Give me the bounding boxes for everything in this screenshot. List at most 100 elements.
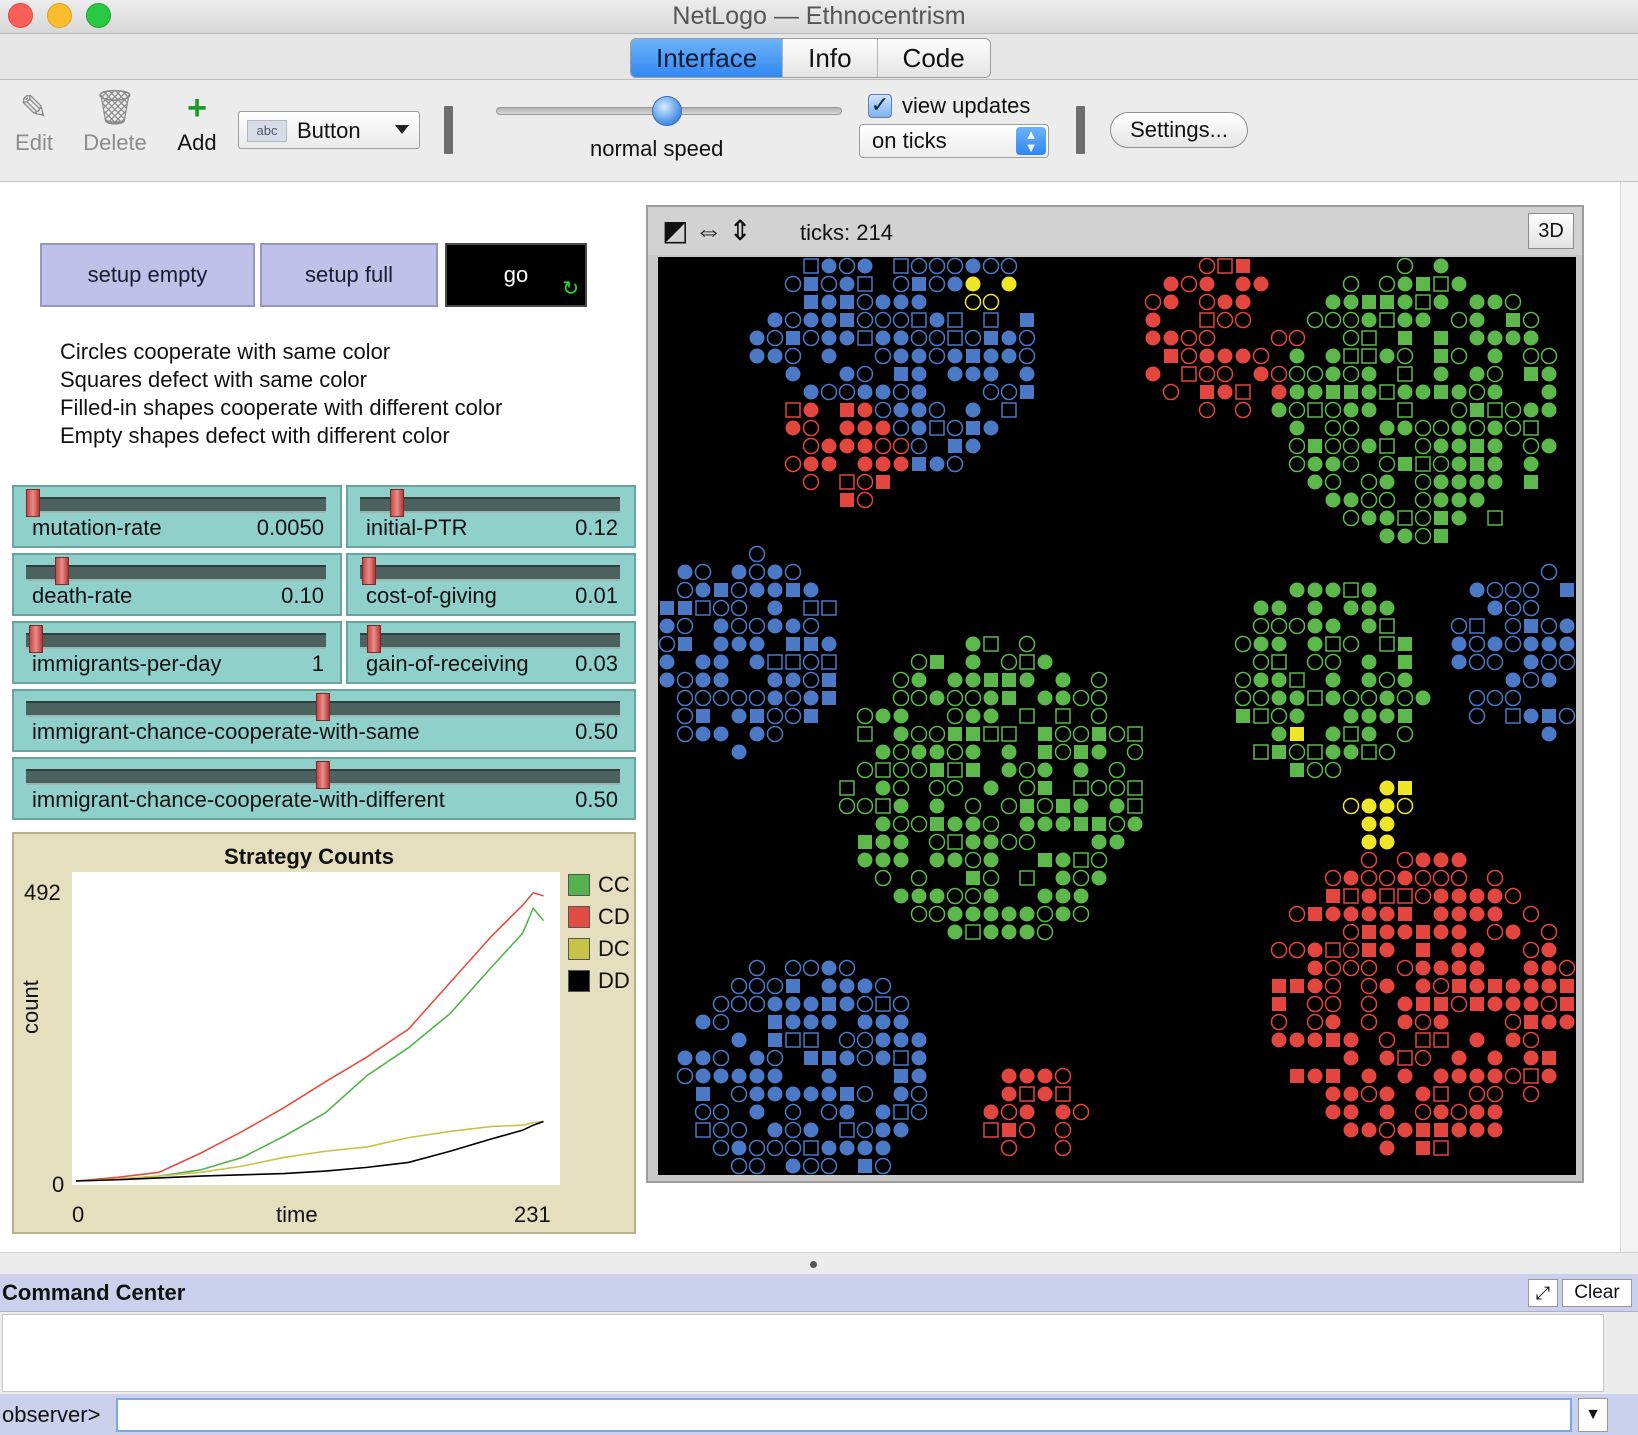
chevron-down-icon[interactable]: ▼ xyxy=(1578,1398,1608,1432)
agent xyxy=(768,1015,782,1029)
agent xyxy=(1343,1086,1359,1102)
agent xyxy=(803,456,819,472)
agent xyxy=(1090,707,1108,725)
divider-handle[interactable] xyxy=(810,1261,817,1268)
agent xyxy=(677,1050,693,1066)
setup-full-button[interactable]: setup full xyxy=(260,243,438,307)
slider-handle[interactable] xyxy=(367,625,382,653)
tab-interface[interactable]: Interface xyxy=(631,39,784,77)
slider-handle[interactable] xyxy=(54,557,69,585)
tab-info[interactable]: Info xyxy=(783,39,878,77)
pane-divider[interactable] xyxy=(0,1252,1638,1274)
agent xyxy=(1271,690,1287,706)
plot-xmax-label: 231 xyxy=(514,1202,551,1227)
legend-note: Circles cooperate with same color Square… xyxy=(60,338,502,450)
setup-empty-button[interactable]: setup empty xyxy=(40,243,255,307)
slider-handle[interactable] xyxy=(26,489,40,517)
slider-immigrant-chance-cooperate-with-same[interactable]: immigrant-chance-cooperate-with-same 0.5… xyxy=(12,689,636,752)
agent xyxy=(1450,869,1468,887)
agent xyxy=(1414,473,1432,491)
agent xyxy=(1523,636,1539,652)
agent xyxy=(821,1140,837,1156)
widget-type-select[interactable]: abc Button xyxy=(238,111,420,149)
slider-initial-ptr[interactable]: initial-PTR 0.12 xyxy=(346,485,636,548)
agent xyxy=(1433,924,1449,940)
speed-slider-knob[interactable] xyxy=(652,96,682,126)
agent xyxy=(893,294,909,310)
3d-view-button[interactable]: 3D xyxy=(1528,213,1574,249)
agent xyxy=(1415,1086,1431,1102)
agent xyxy=(1360,491,1378,509)
agent xyxy=(1469,1122,1485,1138)
slider-handle[interactable] xyxy=(362,557,377,585)
agent xyxy=(1468,689,1486,707)
agent xyxy=(947,834,963,850)
agent xyxy=(1343,744,1359,760)
agent xyxy=(1326,1069,1340,1083)
slider-cost-of-giving[interactable]: cost-of-giving 0.01 xyxy=(346,553,636,616)
agent xyxy=(749,330,765,346)
slider-handle[interactable] xyxy=(316,693,330,721)
agent xyxy=(1019,906,1035,922)
slider-immigrants-per-day[interactable]: immigrants-per-day 1 xyxy=(12,621,342,684)
slider-mutation-rate[interactable]: mutation-rate 0.0050 xyxy=(12,485,342,548)
delete-button[interactable]: 🗑 Delete xyxy=(80,88,150,156)
agent xyxy=(1487,600,1503,616)
agent xyxy=(767,1068,783,1084)
slider-handle[interactable] xyxy=(316,761,330,789)
agent xyxy=(1523,402,1539,418)
agent xyxy=(1541,1068,1557,1084)
agent xyxy=(695,1122,711,1138)
agent xyxy=(1360,851,1378,869)
agent xyxy=(965,402,981,418)
command-input[interactable] xyxy=(116,1398,1572,1432)
add-button[interactable]: + Add xyxy=(172,88,222,156)
popout-icon[interactable]: ⤢ xyxy=(1528,1279,1558,1307)
settings-button[interactable]: Settings... xyxy=(1110,112,1248,148)
agent xyxy=(696,1087,710,1101)
slider-handle[interactable] xyxy=(28,625,43,653)
agent xyxy=(821,1086,837,1102)
agent xyxy=(875,1032,891,1048)
agent xyxy=(1325,618,1341,634)
agent xyxy=(1450,617,1468,635)
slider-gain-of-receiving[interactable]: gain-of-receiving 0.03 xyxy=(346,621,636,684)
edit-button[interactable]: ✎ Edit xyxy=(12,88,56,156)
agent xyxy=(912,277,926,291)
agent xyxy=(1416,1123,1430,1137)
agent xyxy=(1198,365,1216,383)
tab-code[interactable]: Code xyxy=(878,39,990,77)
agent xyxy=(838,1031,856,1049)
update-mode-select[interactable]: on ticks ▲ ▼ xyxy=(859,124,1049,158)
agent xyxy=(1234,689,1252,707)
agent xyxy=(1469,618,1485,634)
agent xyxy=(1272,745,1286,759)
agent xyxy=(1542,709,1556,723)
agent xyxy=(965,276,981,292)
agent xyxy=(1398,457,1412,471)
agent xyxy=(1164,349,1178,363)
interface-scrollbar[interactable] xyxy=(1620,182,1638,1252)
agent xyxy=(820,383,838,401)
agent xyxy=(1379,510,1395,526)
agent xyxy=(1470,997,1484,1011)
go-button[interactable]: go ↻ xyxy=(445,243,587,307)
agent xyxy=(911,294,927,310)
slider-death-rate[interactable]: death-rate 0.10 xyxy=(12,553,342,616)
slider-handle[interactable] xyxy=(389,489,404,517)
agent xyxy=(911,888,927,904)
view-updates-checkbox[interactable]: ✓ xyxy=(868,94,892,118)
agent xyxy=(696,709,710,723)
view-wrap-icons[interactable]: ◩⇔⇕ xyxy=(662,214,758,247)
agent xyxy=(1361,348,1377,364)
agent xyxy=(1360,995,1378,1013)
agent xyxy=(1397,888,1413,904)
agent xyxy=(983,312,999,328)
agent xyxy=(965,708,981,724)
agent xyxy=(803,690,819,706)
slider-immigrant-chance-cooperate-with-different[interactable]: immigrant-chance-cooperate-with-differen… xyxy=(12,757,636,820)
agent xyxy=(767,564,783,580)
world-canvas[interactable] xyxy=(658,257,1576,1175)
clear-button[interactable]: Clear xyxy=(1562,1279,1632,1307)
agent xyxy=(1397,276,1413,292)
